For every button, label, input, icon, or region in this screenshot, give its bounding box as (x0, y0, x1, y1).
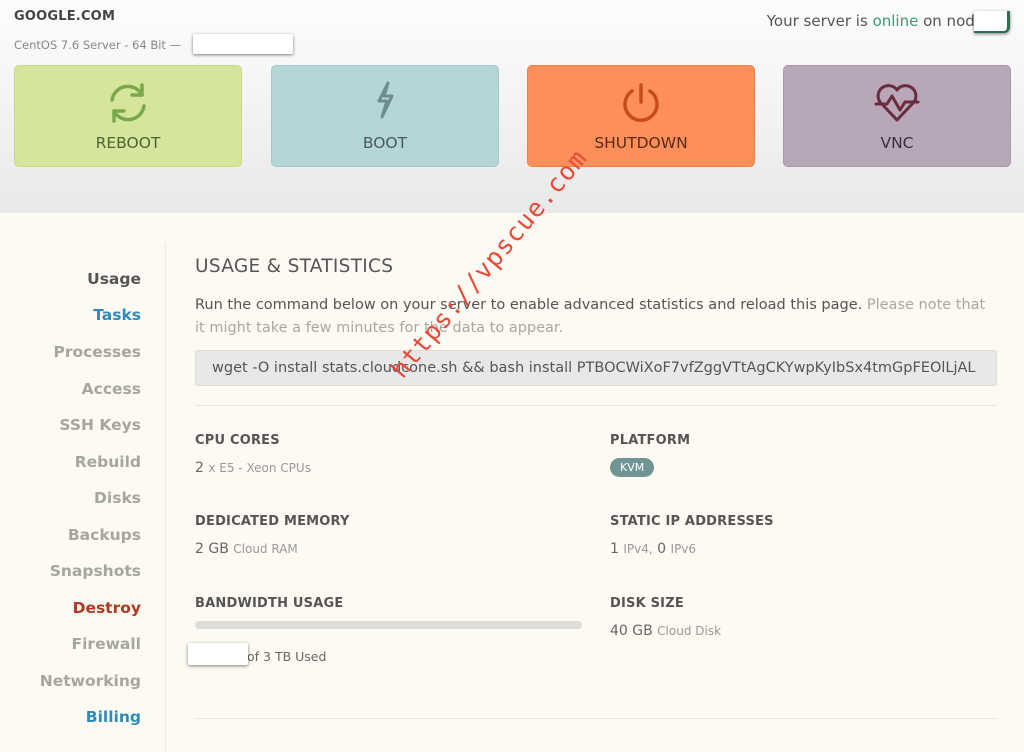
sidebar-item-destroy[interactable]: Destroy (73, 599, 141, 617)
divider (195, 405, 997, 406)
sidebar-item-firewall[interactable]: Firewall (72, 635, 141, 653)
redacted-bandwidth (188, 643, 248, 665)
platform-heading: PLATFORM (610, 433, 691, 448)
memory-stat: DEDICATED MEMORY 2 GB Cloud RAM (195, 514, 350, 557)
status-online: online (872, 12, 919, 30)
memory-value: 2 GB (195, 541, 229, 557)
ip-heading: STATIC IP ADDRESSES (610, 514, 774, 529)
ip-stat: STATIC IP ADDRESSES 1 IPv4, 0 IPv6 (610, 514, 774, 557)
stats-instructions: Run the command below on your server to … (195, 297, 986, 336)
platform-badge: KVM (610, 458, 655, 477)
cpu-unit: x E5 - Xeon CPUs (208, 461, 311, 475)
memory-unit: Cloud RAM (233, 542, 298, 556)
reboot-icon (15, 80, 241, 124)
reboot-button[interactable]: REBOOT (14, 65, 242, 167)
power-icon (528, 80, 754, 124)
ipv4-unit: IPv4, (623, 542, 653, 556)
redacted-ip (193, 34, 293, 54)
boot-label: BOOT (362, 134, 408, 152)
server-header: GOOGLE.COM CentOS 7.6 Server - 64 Bit — … (0, 0, 1024, 213)
reboot-label: REBOOT (95, 134, 161, 152)
install-command-field[interactable]: wget -O install stats.cloudcone.sh && ba… (195, 350, 997, 386)
shutdown-button[interactable]: SHUTDOWN (527, 65, 755, 167)
bolt-icon (272, 80, 498, 124)
ipv6-unit: IPv6 (670, 542, 697, 556)
bandwidth-progress-bar (195, 621, 582, 629)
divider-bottom (195, 718, 997, 719)
sidebar-item-networking[interactable]: Networking (40, 672, 141, 690)
ipv6-count: 0 (657, 541, 667, 557)
disk-stat: DISK SIZE 40 GB Cloud Disk (610, 596, 721, 639)
disk-value: 40 GB (610, 623, 653, 639)
vnc-label: VNC (880, 134, 914, 152)
platform-stat: PLATFORM KVM (610, 433, 690, 477)
sidebar-item-access[interactable]: Access (82, 380, 141, 398)
vnc-button[interactable]: VNC (783, 65, 1011, 167)
page-title: USAGE & STATISTICS (195, 256, 394, 277)
heartbeat-icon (784, 80, 1010, 124)
boot-button[interactable]: BOOT (271, 65, 499, 167)
sidebar-item-ssh-keys[interactable]: SSH Keys (59, 416, 141, 434)
bandwidth-stat: BANDWIDTH USAGE (195, 596, 343, 611)
server-hostname: GOOGLE.COM (14, 9, 116, 24)
sidebar-nav: Usage Tasks Processes Access SSH Keys Re… (0, 243, 166, 752)
disk-unit: Cloud Disk (657, 624, 722, 638)
cpu-stat: CPU CORES 2 x E5 - Xeon CPUs (195, 433, 311, 476)
server-os: CentOS 7.6 Server - 64 Bit — (14, 38, 182, 52)
bandwidth-heading: BANDWIDTH USAGE (195, 596, 344, 611)
shutdown-label: SHUTDOWN (594, 134, 688, 152)
sidebar-item-backups[interactable]: Backups (68, 526, 141, 544)
sidebar-item-snapshots[interactable]: Snapshots (50, 562, 141, 580)
sidebar-item-rebuild[interactable]: Rebuild (75, 453, 141, 471)
ipv4-count: 1 (610, 541, 619, 557)
sidebar-item-usage[interactable]: Usage (87, 270, 141, 288)
sidebar-item-billing[interactable]: Billing (86, 708, 141, 726)
disk-heading: DISK SIZE (610, 596, 684, 611)
redacted-node (974, 11, 1010, 33)
sidebar-item-processes[interactable]: Processes (53, 343, 141, 361)
memory-heading: DEDICATED MEMORY (195, 514, 350, 529)
sidebar-item-tasks[interactable]: Tasks (93, 306, 141, 324)
server-status: Your server is online on node (766, 12, 984, 30)
cpu-value: 2 (195, 460, 204, 476)
sidebar-item-disks[interactable]: Disks (94, 489, 141, 507)
cpu-heading: CPU CORES (195, 433, 280, 448)
